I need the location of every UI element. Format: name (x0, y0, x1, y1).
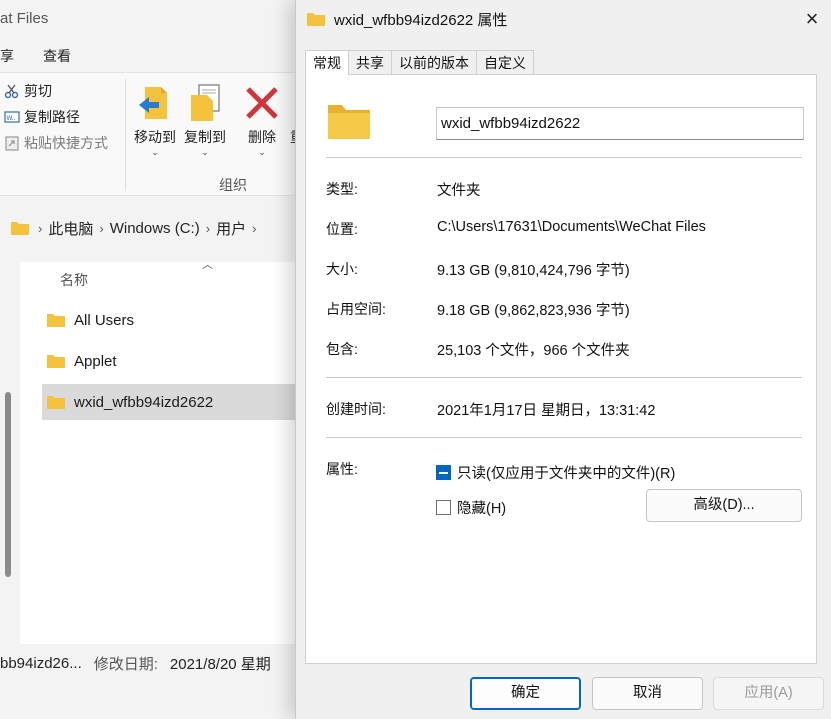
ribbon: 剪切 W.. 复制路径 粘贴快捷方式 移动到 ⌄ 复制到 ⌄ 删除 ⌄ 组织 (0, 72, 304, 196)
move-to-label: 移动到 (134, 129, 176, 145)
type-value: 文件夹 (437, 183, 481, 199)
copy-to-icon (180, 79, 230, 127)
readonly-checkbox[interactable]: 只读(仅应用于文件夹中的文件)(R) (436, 462, 675, 483)
size-on-disk-label: 占用空间: (326, 301, 386, 317)
paste-shortcut-label: 粘贴快捷方式 (24, 135, 108, 151)
details-status-bar: bb94izd26... 修改日期: 2021/8/20 星期 (0, 648, 300, 678)
menu-share[interactable]: 享 (0, 46, 14, 66)
chevron-right-icon: › (205, 220, 211, 236)
chevron-right-icon: › (99, 220, 104, 236)
paste-shortcut-icon (4, 135, 20, 151)
folder-icon (307, 13, 325, 26)
tab-strip: 常规 共享 以前的版本 自定义 (305, 50, 534, 75)
copy-to-chevron-icon: ⌄ (201, 147, 209, 157)
copy-to-label: 复制到 (184, 129, 226, 145)
created-value: 2021年1月17日 星期日，13:31:42 (437, 403, 656, 419)
nav-pane-scrollbar[interactable] (5, 392, 11, 577)
copy-path-icon: W.. (4, 109, 20, 125)
tab-sharing[interactable]: 共享 (348, 50, 392, 74)
breadcrumb-users[interactable]: 用户 (216, 218, 246, 239)
tab-previous-versions[interactable]: 以前的版本 (391, 50, 477, 74)
divider (326, 437, 802, 438)
hidden-checkbox[interactable]: 隐藏(H) (436, 497, 506, 518)
sort-caret-icon: ︿ (202, 259, 213, 271)
explorer-title: at Files (0, 10, 49, 27)
location-label: 位置: (326, 221, 358, 237)
chevron-right-icon: › (38, 220, 43, 236)
folder-name-input[interactable]: wxid_wfbb94izd2622 (436, 107, 804, 140)
breadcrumb-windows-c[interactable]: Windows (C:) (110, 220, 200, 237)
folder-icon (47, 314, 65, 327)
scissors-icon (4, 83, 20, 99)
apply-button[interactable]: 应用(A) (713, 677, 824, 710)
cut-button[interactable]: 剪切 (4, 81, 52, 101)
size-on-disk-value: 9.18 GB (9,862,823,936 字节) (437, 303, 630, 319)
checkbox-indeterminate-icon (436, 465, 451, 480)
file-row-wxid-selected[interactable]: wxid_wfbb94izd2622 (42, 384, 300, 420)
checkbox-unchecked-icon (436, 500, 451, 515)
ribbon-group-label: 组织 (219, 177, 247, 193)
advanced-button[interactable]: 高级(D)... (646, 489, 802, 522)
tab-general[interactable]: 常规 (305, 50, 349, 75)
folder-icon (47, 396, 65, 409)
contains-label: 包含: (326, 341, 358, 357)
general-tab-panel: wxid_wfbb94izd2622 类型: 文件夹 位置: C:\Users\… (305, 74, 817, 664)
move-to-button[interactable]: 移动到 ⌄ (130, 79, 180, 157)
cut-label: 剪切 (24, 83, 52, 99)
cancel-button[interactable]: 取消 (592, 677, 703, 710)
location-value: C:\Users\17631\Documents\WeChat Files (437, 219, 706, 235)
dialog-title: wxid_wfbb94izd2622 属性 (334, 11, 508, 29)
folder-icon (47, 355, 65, 368)
copy-to-button[interactable]: 复制到 ⌄ (180, 79, 230, 157)
delete-label: 删除 (248, 129, 276, 145)
size-label: 大小: (326, 261, 358, 277)
folder-icon (10, 220, 30, 236)
attributes-label: 属性: (326, 461, 358, 477)
properties-dialog: wxid_wfbb94izd2622 属性 × 常规 共享 以前的版本 自定义 … (295, 0, 831, 719)
divider (326, 157, 802, 158)
menu-view[interactable]: 查看 (43, 46, 71, 66)
ok-button[interactable]: 确定 (470, 677, 581, 710)
copy-path-button[interactable]: W.. 复制路径 (4, 107, 80, 127)
hidden-checkbox-label: 隐藏(H) (457, 501, 507, 517)
file-row-all-users[interactable]: All Users (42, 302, 300, 338)
address-bar[interactable]: › 此电脑 › Windows (C:) › 用户 › (0, 210, 300, 246)
file-name: Applet (74, 352, 117, 370)
move-to-chevron-icon: ⌄ (151, 147, 159, 157)
file-name: All Users (74, 311, 135, 329)
created-label: 创建时间: (326, 401, 386, 417)
copy-path-label: 复制路径 (24, 109, 80, 125)
move-to-icon (130, 79, 180, 127)
contains-value: 25,103 个文件，966 个文件夹 (437, 343, 630, 359)
dialog-titlebar: wxid_wfbb94izd2622 属性 (306, 8, 507, 30)
size-value: 9.13 GB (9,810,424,796 字节) (437, 263, 630, 279)
delete-x-icon (237, 79, 287, 127)
large-folder-icon (328, 105, 370, 139)
file-name: wxid_wfbb94izd2622 (74, 393, 214, 411)
breadcrumb-this-pc[interactable]: 此电脑 (48, 218, 93, 239)
readonly-checkbox-label: 只读(仅应用于文件夹中的文件)(R) (457, 466, 676, 482)
tab-customize[interactable]: 自定义 (476, 50, 534, 74)
status-modified-label: 修改日期: (93, 655, 158, 673)
divider (326, 377, 802, 378)
svg-text:W..: W.. (7, 115, 16, 122)
type-label: 类型: (326, 181, 358, 197)
delete-button[interactable]: 删除 ⌄ (237, 79, 287, 157)
file-row-applet[interactable]: Applet (42, 343, 300, 379)
ribbon-divider (125, 79, 126, 191)
status-file-name: bb94izd26... (0, 654, 82, 672)
status-modified-value: 2021/8/20 星期 (169, 655, 271, 673)
chevron-right-icon: › (252, 220, 257, 236)
column-header-name[interactable]: 名称 (60, 270, 88, 290)
paste-shortcut-button[interactable]: 粘贴快捷方式 (4, 133, 108, 153)
close-icon[interactable]: × (801, 8, 823, 31)
delete-chevron-icon: ⌄ (258, 147, 266, 157)
